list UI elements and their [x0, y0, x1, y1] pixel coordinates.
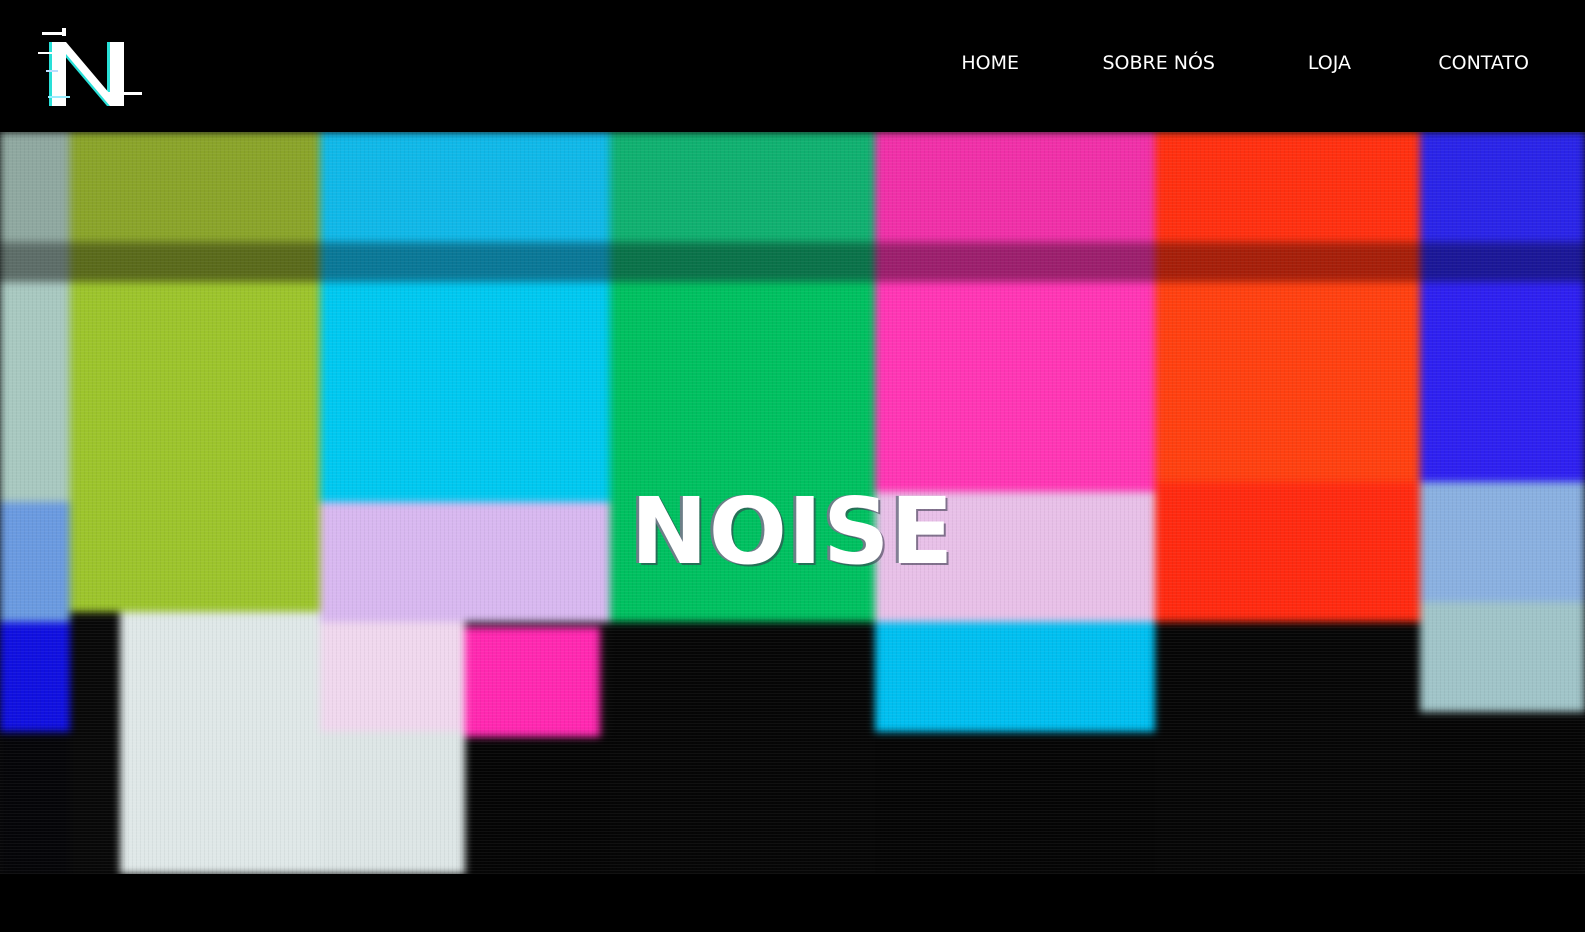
logo-icon[interactable]	[38, 22, 144, 110]
nav-contato[interactable]: CONTATO	[1438, 50, 1529, 76]
nav-sobre-nos[interactable]: SOBRE NÓS	[1102, 50, 1215, 76]
bottom-strip	[0, 874, 1585, 932]
site-header: HOME SOBRE NÓS LOJA CONTATO	[0, 0, 1585, 132]
hero-title: NOISE	[630, 477, 955, 585]
hero-banner: NOISE	[0, 132, 1585, 874]
nav-home[interactable]: HOME	[961, 50, 1019, 76]
nav-loja[interactable]: LOJA	[1308, 50, 1351, 76]
